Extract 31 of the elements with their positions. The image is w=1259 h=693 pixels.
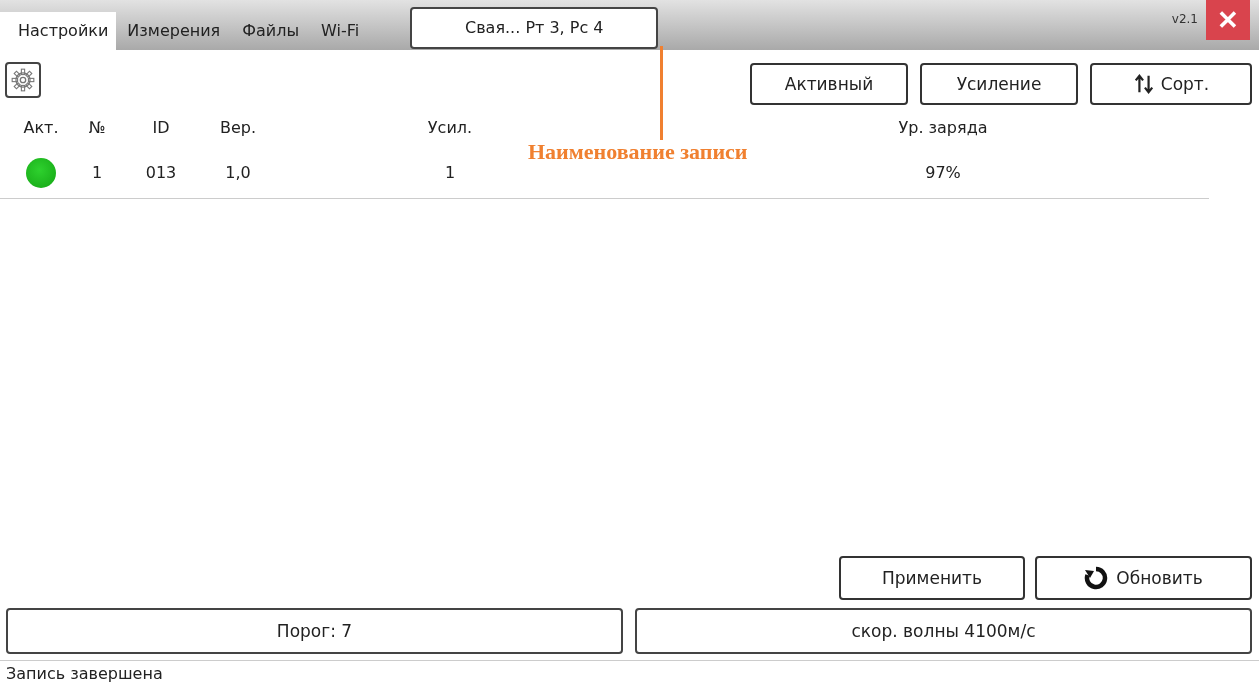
column-header: ID [152,118,170,138]
sort-arrows-icon [1132,73,1155,95]
settings-icon [10,67,36,93]
version-label: v2.1 [1171,12,1198,26]
tab[interactable]: Wi-Fi [310,12,371,50]
value-field[interactable]: Порог: 7 [6,608,623,654]
column-header: Ур. заряда [898,118,988,138]
table-cell: 97% [925,163,961,183]
status-text: Запись завершена [0,660,1259,693]
filter-button[interactable]: Усиление [920,63,1078,105]
settings-button[interactable] [5,62,41,98]
table-cell: 1 [91,163,103,183]
column-header: Акт. [23,118,59,138]
tab[interactable]: Файлы [231,12,311,50]
column-header: № [88,118,106,138]
refresh-button[interactable]: Обновить [1035,556,1252,600]
column-header: Усил. [427,118,473,138]
table-cell: 013 [145,163,177,183]
refresh-icon [1084,566,1109,590]
tab[interactable]: Настройки [0,12,117,50]
tab[interactable]: Измерения [116,12,232,50]
annotation-label: Наименование записи [528,140,748,164]
apply-button[interactable]: Применить [839,556,1025,600]
close-button[interactable]: ✕ [1206,0,1250,40]
column-header: Вер. [219,118,257,138]
record-name-field[interactable]: Свая... Рт 3, Рс 4 [410,7,659,49]
table-cell: 1,0 [225,163,251,183]
sort-button[interactable]: Сорт. [1090,63,1252,105]
value-field[interactable]: скор. волны 4100м/с [635,608,1252,654]
filter-button[interactable]: Активный [750,63,908,105]
table-cell: 1 [444,163,456,183]
